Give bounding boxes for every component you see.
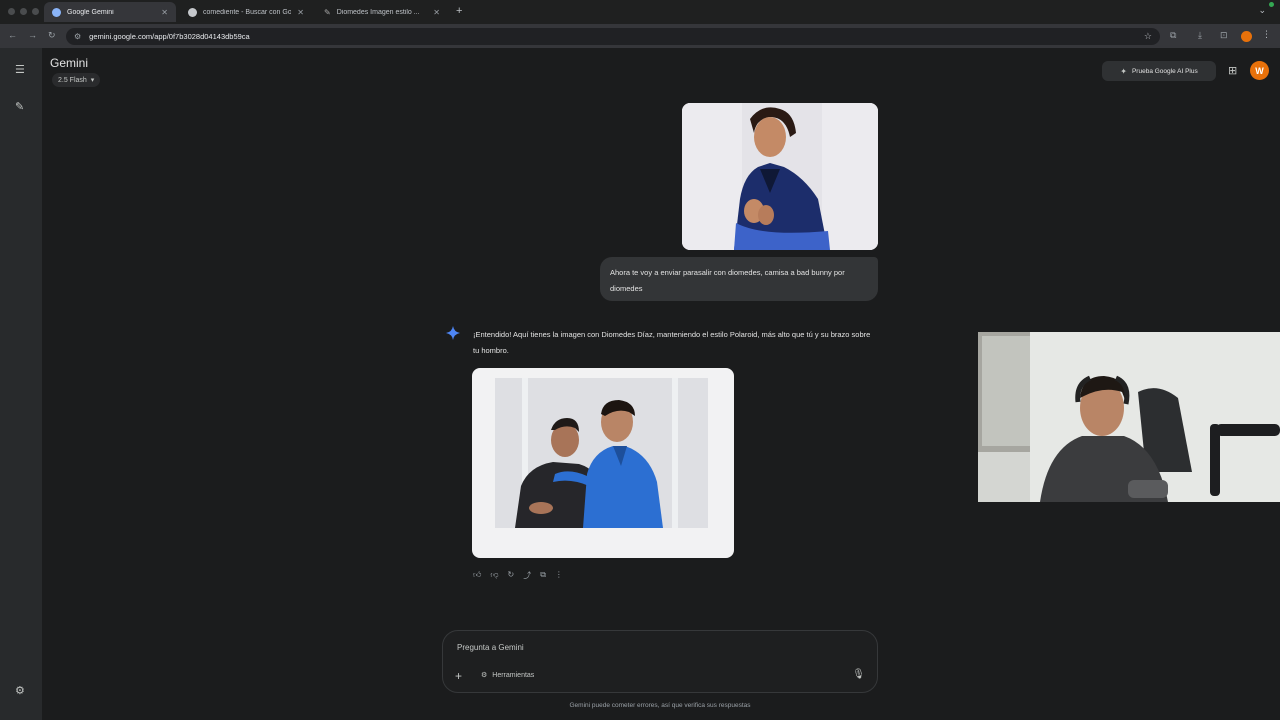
status-dot [1269, 2, 1274, 7]
google-favicon-icon [188, 7, 197, 17]
pencil-favicon-icon: ✎ [324, 7, 331, 17]
tab-title: Google Gemini [67, 8, 114, 16]
close-tab-icon[interactable]: ✕ [433, 8, 440, 17]
model-message: ¡Entendido! Aquí tienes la imagen con Di… [473, 330, 871, 355]
browser-toolbar: ← → ↻ ⚙ gemini.google.com/app/0f7b3028d0… [0, 24, 1280, 48]
window-controls[interactable] [8, 8, 39, 15]
address-bar[interactable]: ⚙ gemini.google.com/app/0f7b3028d04143db… [66, 28, 1160, 45]
chevron-down-icon: ▾ [90, 77, 95, 84]
close-tab-icon[interactable]: ✕ [297, 8, 304, 17]
regenerate-icon[interactable]: ↻ [508, 570, 515, 581]
more-icon[interactable]: ⋮ [555, 570, 563, 581]
new-chat-icon[interactable]: ✎ [15, 100, 24, 113]
tab-google-gemini[interactable]: Google Gemini ✕ [44, 2, 176, 22]
url-text: gemini.google.com/app/0f7b3028d04143db59… [89, 32, 250, 41]
sparkle-icon: ✦ [1120, 66, 1127, 76]
generated-image-photo [495, 378, 708, 528]
side-rail: ☰ ✎ ⚙ [0, 48, 42, 720]
browser-tab-strip: Google Gemini ✕ comediente - Buscar con … [0, 0, 1280, 24]
avatar[interactable]: W [1250, 61, 1269, 80]
plus-icon[interactable]: + [455, 669, 462, 683]
model-selector[interactable]: 2.5 Flash ▾ [52, 73, 101, 87]
tab-search-icon[interactable]: ⌄ [1258, 5, 1266, 16]
disclaimer: Gemini puede cometer errores, así que ve… [569, 702, 751, 709]
model-label: 2.5 Flash [58, 76, 87, 84]
tab-title: Diomedes Imagen estilo ... [336, 8, 420, 16]
reload-icon[interactable]: ↻ [48, 30, 56, 41]
prompt-input[interactable]: Pregunta a Gemini + ⚙ Herramientas 🎙︎ [442, 630, 878, 693]
generated-photo-illustration [495, 378, 708, 528]
tools-button[interactable]: ⚙ Herramientas [481, 671, 535, 680]
upgrade-button[interactable]: ✦ Prueba Google AI Plus [1102, 61, 1216, 81]
thumbs-down-icon[interactable]: 👎︎ [490, 570, 498, 581]
extensions-icon[interactable]: ⧉ [1170, 30, 1176, 41]
back-icon[interactable]: ← [8, 30, 17, 40]
gemini-favicon-icon [52, 7, 61, 17]
generated-image[interactable] [472, 368, 734, 558]
tab-title: comediente - Buscar con Goo [203, 8, 292, 16]
app-title: Gemini [50, 56, 89, 70]
settings-icon[interactable]: ⚙ [15, 684, 25, 697]
profile-switch-icon[interactable]: ⊡ [1220, 30, 1228, 41]
browser-menu-icon[interactable]: ⋮ [1262, 29, 1271, 40]
forward-icon[interactable]: → [28, 30, 37, 40]
share-icon[interactable]: ⤴ [523, 570, 531, 581]
tools-icon: ⚙ [481, 672, 488, 679]
tab-search[interactable]: comediente - Buscar con Goo ✕ [180, 2, 312, 22]
copy-icon[interactable]: ⧉ [540, 570, 546, 581]
browser-profile-avatar[interactable] [1241, 31, 1252, 42]
response-actions: 👍︎ 👎︎ ↻ ⤴ ⧉ ⋮ [473, 570, 563, 581]
site-info-icon[interactable]: ⚙ [74, 32, 81, 41]
apps-icon[interactable]: ⊞ [1228, 64, 1237, 77]
thumbs-up-icon[interactable]: 👍︎ [473, 570, 481, 581]
uploaded-photo[interactable] [682, 103, 878, 250]
new-tab-icon[interactable]: + [456, 5, 462, 17]
webcam-illustration [978, 332, 1280, 502]
mic-icon[interactable]: 🎙︎ [852, 669, 865, 680]
uploaded-photo-illustration [682, 103, 878, 250]
gemini-spark-icon [446, 326, 460, 340]
upgrade-label: Prueba Google AI Plus [1131, 67, 1198, 75]
webcam-overlay [978, 332, 1280, 502]
prompt-placeholder: Pregunta a Gemini [457, 643, 524, 652]
menu-icon[interactable]: ☰ [15, 63, 25, 76]
download-icon[interactable]: ⤓ [1198, 30, 1202, 41]
close-tab-icon[interactable]: ✕ [161, 8, 168, 17]
avatar-initial: W [1255, 65, 1264, 76]
tools-label: Herramientas [492, 671, 535, 679]
user-message: Ahora te voy a enviar parasalir con diom… [600, 257, 878, 301]
tab-diomedes[interactable]: ✎ Diomedes Imagen estilo ... ✕ [316, 2, 448, 22]
bookmark-star-icon[interactable]: ☆ [1144, 31, 1152, 42]
